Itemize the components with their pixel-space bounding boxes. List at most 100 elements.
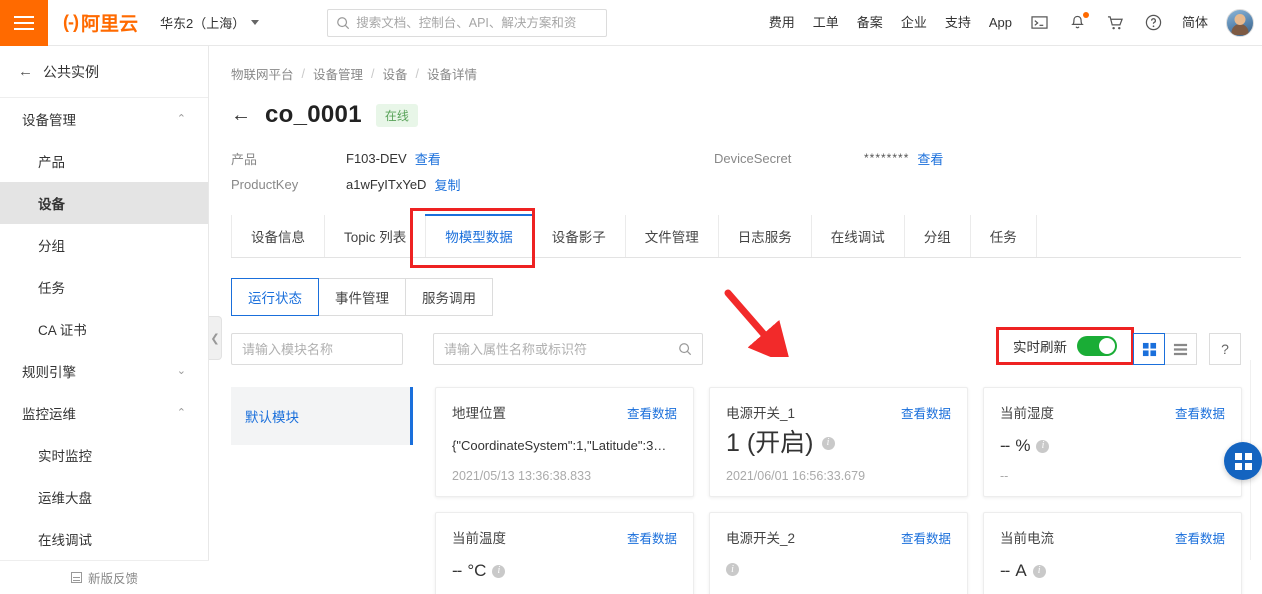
tab-online-debug[interactable]: 在线调试 xyxy=(812,215,905,257)
tab-device-info[interactable]: 设备信息 xyxy=(231,215,325,257)
sidebar-item-label: CA 证书 xyxy=(38,323,87,338)
tab-label: Topic 列表 xyxy=(344,230,407,245)
card-timestamp: 2021/05/13 13:36:38.833 xyxy=(452,469,592,483)
hamburger-icon[interactable] xyxy=(0,0,48,46)
sidebar-group-label: 设备管理 xyxy=(22,113,76,128)
view-data-link[interactable]: 查看数据 xyxy=(901,403,951,422)
notification-bell-icon[interactable] xyxy=(1068,11,1089,33)
help-button[interactable]: ? xyxy=(1209,333,1241,365)
view-data-link[interactable]: 查看数据 xyxy=(627,528,677,547)
floating-apps-button[interactable] xyxy=(1224,442,1262,480)
shopping-cart-icon[interactable] xyxy=(1106,13,1126,33)
info-icon[interactable]: i xyxy=(1032,564,1046,578)
sidebar-group-rule-engine[interactable]: 规则引擎 ⌄ xyxy=(0,350,208,392)
product-view-link[interactable]: 查看 xyxy=(415,149,441,168)
card-value: -- xyxy=(452,561,462,580)
sidebar-group-device-management[interactable]: 设备管理 ⌃ xyxy=(0,98,208,140)
breadcrumb-item-iot-platform[interactable]: 物联网平台 xyxy=(231,64,294,83)
tab-topic-list[interactable]: Topic 列表 xyxy=(325,215,427,257)
tab-device-shadow[interactable]: 设备影子 xyxy=(533,215,626,257)
tab-log-service[interactable]: 日志服务 xyxy=(719,215,812,257)
info-icon[interactable]: i xyxy=(821,436,835,450)
detail-tabs: 设备信息 Topic 列表 物模型数据 设备影子 文件管理 日志服务 在线调试 … xyxy=(231,214,1241,258)
productkey-copy-link[interactable]: 复制 xyxy=(434,175,460,194)
subtab-label: 运行状态 xyxy=(248,291,302,306)
subtab-service-invoke[interactable]: 服务调用 xyxy=(406,278,493,316)
nav-app[interactable]: App xyxy=(989,16,1012,29)
chevron-down-icon: ⌄ xyxy=(176,364,186,377)
region-selector[interactable]: 华东2（上海） xyxy=(160,13,260,32)
sidebar-back-public-instance[interactable]: ← 公共实例 xyxy=(0,46,208,98)
page-title: co_0001 xyxy=(265,101,362,128)
meta-value-devicesecret: ******** xyxy=(864,151,910,165)
nav-icp[interactable]: 备案 xyxy=(857,16,883,29)
info-icon[interactable]: i xyxy=(492,564,506,578)
sidebar-item-label: 在线调试 xyxy=(38,533,92,548)
view-data-link[interactable]: 查看数据 xyxy=(1175,403,1225,422)
meta-label-product: 产品 xyxy=(231,151,258,167)
page-back-arrow-icon[interactable]: ← xyxy=(231,105,251,125)
search-icon xyxy=(337,16,350,29)
nav-support[interactable]: 支持 xyxy=(945,16,971,29)
breadcrumb-item-devices[interactable]: 设备 xyxy=(383,64,408,83)
nav-fee[interactable]: 费用 xyxy=(769,16,795,29)
sidebar-item-products[interactable]: 产品 xyxy=(0,140,208,182)
module-list: 默认模块 xyxy=(231,387,413,594)
subtab-event-management[interactable]: 事件管理 xyxy=(319,278,406,316)
sidebar-item-ca-certificate[interactable]: CA 证书 xyxy=(0,308,208,350)
sidebar-item-ops-dashboard[interactable]: 运维大盘 xyxy=(0,476,208,518)
view-mode-switcher xyxy=(1133,333,1197,365)
sidebar-item-jobs[interactable]: 任务 xyxy=(0,266,208,308)
grid-view-button[interactable] xyxy=(1133,333,1165,365)
sidebar-item-realtime-monitor[interactable]: 实时监控 xyxy=(0,434,208,476)
sidebar-item-devices[interactable]: 设备 xyxy=(0,182,208,224)
property-search[interactable] xyxy=(433,333,703,365)
card-value-row: 1 (开启) i xyxy=(726,428,951,458)
tab-groups[interactable]: 分组 xyxy=(905,215,971,257)
tab-file-management[interactable]: 文件管理 xyxy=(626,215,719,257)
terminal-icon[interactable] xyxy=(1030,13,1050,33)
sidebar-item-groups[interactable]: 分组 xyxy=(0,224,208,266)
sidebar-item-online-debug[interactable]: 在线调试 xyxy=(0,518,208,560)
meta-label-devicesecret: DeviceSecret xyxy=(714,150,792,166)
module-search-input[interactable] xyxy=(242,341,418,357)
breadcrumb-separator: / xyxy=(371,66,375,81)
card-header: 地理位置 查看数据 xyxy=(452,402,677,422)
list-view-button[interactable] xyxy=(1165,333,1197,365)
sidebar-collapse-handle[interactable]: ❮ xyxy=(209,316,222,360)
property-card: 电源开关_2 查看数据 i xyxy=(709,512,968,594)
tab-tsl-data[interactable]: 物模型数据 xyxy=(425,214,533,257)
sidebar-feedback-button[interactable]: 新版反馈 xyxy=(0,560,209,594)
sidebar-group-monitoring[interactable]: 监控运维 ⌃ xyxy=(0,392,208,434)
chevron-left-icon: ❮ xyxy=(210,332,220,345)
user-avatar[interactable] xyxy=(1226,8,1254,37)
property-search-input[interactable] xyxy=(444,341,678,357)
card-header: 电源开关_1 查看数据 xyxy=(726,402,951,422)
nav-enterprise[interactable]: 企业 xyxy=(901,16,927,29)
nav-ticket[interactable]: 工单 xyxy=(813,16,839,29)
search-input[interactable] xyxy=(356,15,599,30)
card-unit: % xyxy=(1015,436,1031,455)
meta-row-productkey: ProductKey a1wFyITxYeD 复制 xyxy=(231,171,1262,197)
language-selector[interactable]: 简体 xyxy=(1182,16,1208,29)
tab-jobs[interactable]: 任务 xyxy=(971,215,1037,257)
subtab-running-status[interactable]: 运行状态 xyxy=(231,278,319,316)
view-data-link[interactable]: 查看数据 xyxy=(901,528,951,547)
alibaba-cloud-logo[interactable]: (-) 阿里云 xyxy=(63,9,138,36)
view-data-link[interactable]: 查看数据 xyxy=(1175,528,1225,547)
view-data-link[interactable]: 查看数据 xyxy=(627,403,677,422)
realtime-refresh-toggle[interactable] xyxy=(1077,336,1117,356)
module-search[interactable] xyxy=(231,333,418,365)
sidebar-item-label: 设备 xyxy=(38,197,65,212)
grid-apps-icon xyxy=(1234,452,1252,470)
help-circle-icon[interactable] xyxy=(1144,13,1164,33)
card-header: 当前温度 查看数据 xyxy=(452,527,677,547)
devicesecret-view-link[interactable]: 查看 xyxy=(917,149,943,168)
global-search[interactable] xyxy=(327,8,608,37)
toggle-knob xyxy=(1099,338,1115,354)
breadcrumb-item-device-management[interactable]: 设备管理 xyxy=(313,64,363,83)
info-icon[interactable]: i xyxy=(1036,439,1050,453)
grid-view-icon xyxy=(1142,342,1156,356)
module-item-default[interactable]: 默认模块 xyxy=(231,387,413,445)
info-icon[interactable]: i xyxy=(726,563,739,576)
